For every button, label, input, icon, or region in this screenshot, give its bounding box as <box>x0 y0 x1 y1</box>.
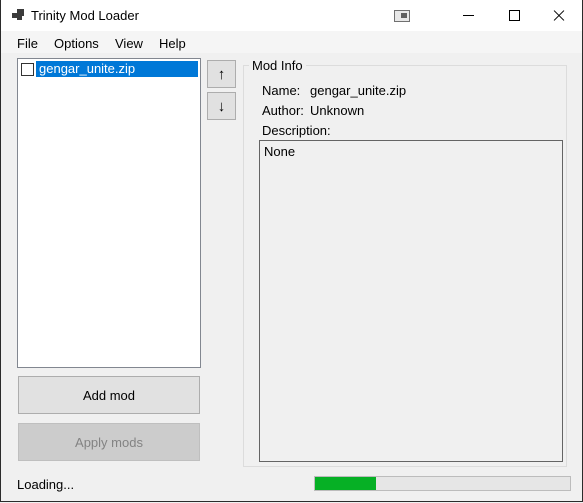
window-snap-icon[interactable] <box>394 10 410 22</box>
app-logo-icon <box>12 9 24 21</box>
mod-enabled-checkbox[interactable] <box>21 63 34 76</box>
description-label: Description: <box>262 123 331 138</box>
maximize-icon <box>508 10 520 21</box>
move-down-button[interactable]: ↓ <box>207 92 236 120</box>
maximize-button[interactable] <box>491 0 537 31</box>
menu-options[interactable]: Options <box>54 36 99 51</box>
progress-fill <box>315 477 376 490</box>
menu-bar: File Options View Help <box>1 31 582 53</box>
list-item[interactable]: gengar_unite.zip <box>20 61 198 77</box>
author-label: Author: <box>262 103 304 118</box>
menu-file[interactable]: File <box>17 36 38 51</box>
app-window: Trinity Mod Loader File Options View Hel… <box>0 0 583 502</box>
close-button[interactable] <box>536 0 582 31</box>
status-text: Loading... <box>17 477 75 492</box>
progress-bar <box>314 476 571 491</box>
add-mod-button[interactable]: Add mod <box>18 376 200 414</box>
description-box[interactable]: None <box>259 140 563 462</box>
name-value: gengar_unite.zip <box>310 83 407 98</box>
close-icon <box>553 10 565 22</box>
minimize-button[interactable] <box>445 0 491 31</box>
name-label: Name: <box>262 83 301 98</box>
mod-list[interactable]: gengar_unite.zip <box>17 58 201 368</box>
mod-info-title: Mod Info <box>249 58 306 73</box>
move-up-button[interactable]: ↑ <box>207 60 236 88</box>
mod-name-label[interactable]: gengar_unite.zip <box>36 61 198 77</box>
minimize-icon <box>462 15 474 16</box>
author-value: Unknown <box>310 103 365 118</box>
menu-help[interactable]: Help <box>159 36 186 51</box>
apply-mods-button[interactable]: Apply mods <box>18 423 200 461</box>
window-title: Trinity Mod Loader <box>31 8 139 23</box>
description-value: None <box>264 144 296 159</box>
title-bar[interactable]: Trinity Mod Loader <box>1 0 582 31</box>
menu-view[interactable]: View <box>115 36 143 51</box>
